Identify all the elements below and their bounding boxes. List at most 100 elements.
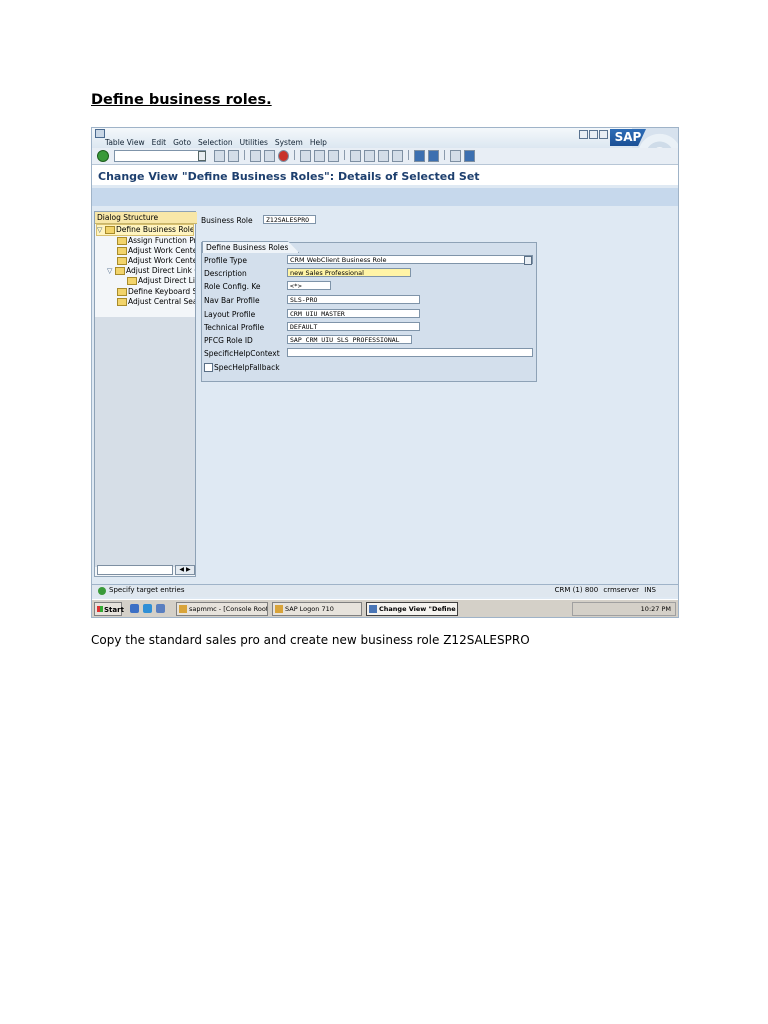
folder-icon xyxy=(117,298,127,306)
server-name: crmserver xyxy=(603,586,640,594)
cancel-icon[interactable] xyxy=(278,150,289,162)
sap-logon-icon xyxy=(275,605,283,613)
exit-icon[interactable] xyxy=(264,150,275,162)
pfcg-role-id-label: PFCG Role ID xyxy=(204,336,253,345)
application-toolbar xyxy=(92,188,678,206)
profile-type-label: Profile Type xyxy=(204,256,247,265)
tree-item-adjust-direct-link-gro[interactable]: ▽Adjust Direct Link Gro xyxy=(107,266,195,276)
tree-horizontal-scrollbar[interactable] xyxy=(97,565,173,575)
maximize-icon[interactable] xyxy=(589,130,598,139)
last-page-icon[interactable] xyxy=(392,150,403,162)
menu-help[interactable]: Help xyxy=(310,138,327,147)
first-page-icon[interactable] xyxy=(350,150,361,162)
menu-edit[interactable]: Edit xyxy=(152,138,167,147)
command-field[interactable] xyxy=(114,150,206,162)
profile-type-field[interactable]: CRM WebClient Business Role xyxy=(287,255,533,264)
back-icon[interactable] xyxy=(214,150,225,162)
windows-flag-icon xyxy=(97,606,103,612)
layout-profile-field[interactable]: CRM_UIU_MASTER xyxy=(287,309,420,318)
layout-menu-icon[interactable] xyxy=(464,150,475,162)
tree-item-assign-function-prof[interactable]: Assign Function Prof xyxy=(117,236,195,246)
description-field[interactable]: new Sales Professional xyxy=(287,268,411,277)
tree-item-adjust-central-searc[interactable]: Adjust Central Searc xyxy=(117,297,195,307)
spec-help-fallback-label: SpecHelpFallback xyxy=(214,363,280,372)
explorer-icon[interactable] xyxy=(156,604,165,613)
document-caption: Copy the standard sales pro and create n… xyxy=(91,633,530,647)
next-page-icon[interactable] xyxy=(378,150,389,162)
menu-bar: Table View Edit Goto Selection Utilities… xyxy=(105,138,327,147)
windows-taskbar: Start sapmmc - [Console Root\... SAP Log… xyxy=(92,599,678,617)
description-label: Description xyxy=(204,269,247,278)
task-sapmmc[interactable]: sapmmc - [Console Root\... xyxy=(176,602,268,616)
close-icon[interactable] xyxy=(599,130,608,139)
success-icon xyxy=(98,587,106,595)
window-menu-icon[interactable] xyxy=(95,129,105,138)
menu-utilities[interactable]: Utilities xyxy=(240,138,268,147)
toolbar-icons xyxy=(214,150,475,162)
nav-bar-profile-field[interactable]: SLS-PRO xyxy=(287,295,420,304)
role-config-key-label: Role Config. Ke xyxy=(204,282,261,291)
start-button[interactable]: Start xyxy=(94,602,124,616)
system-tray: 10:27 PM xyxy=(572,602,676,616)
menu-band: Table View Edit Goto Selection Utilities… xyxy=(92,128,678,162)
folder-icon xyxy=(117,288,127,296)
profile-type-dropdown-icon[interactable] xyxy=(524,256,532,265)
business-role-field[interactable]: Z12SALESPRO xyxy=(263,215,316,224)
tree-item-adjust-work-center-g[interactable]: Adjust Work Center G xyxy=(117,256,195,266)
specific-help-context-field[interactable] xyxy=(287,348,533,357)
status-message: Specify target entries xyxy=(109,586,185,594)
toolbar-separator xyxy=(294,150,295,160)
tree-item-define-keyboard-sho[interactable]: Define Keyboard Sho xyxy=(117,287,195,297)
dialog-structure-panel: Dialog Structure ▽ Define Business Roles … xyxy=(94,211,197,577)
enter-icon[interactable] xyxy=(97,150,109,162)
layout-profile-label: Layout Profile xyxy=(204,310,256,319)
folder-icon xyxy=(117,237,127,245)
technical-profile-field[interactable]: DEFAULT xyxy=(287,322,420,331)
browser-icon[interactable] xyxy=(143,604,152,613)
new-session-icon[interactable] xyxy=(414,150,425,162)
folder-icon xyxy=(115,267,125,275)
menu-goto[interactable]: Goto xyxy=(173,138,191,147)
expand-arrow-icon[interactable]: ▽ xyxy=(97,225,105,235)
find-next-icon[interactable] xyxy=(328,150,339,162)
help-icon[interactable] xyxy=(450,150,461,162)
tree-item-adjust-work-centers[interactable]: Adjust Work Centers xyxy=(117,246,195,256)
pfcg-role-id-field[interactable]: SAP_CRM_UIU_SLS_PROFESSIONAL xyxy=(287,335,412,344)
task-sap-logon[interactable]: SAP Logon 710 xyxy=(272,602,362,616)
toolbar-separator xyxy=(444,150,445,160)
back-nav-icon[interactable] xyxy=(250,150,261,162)
save-icon[interactable] xyxy=(228,150,239,162)
command-dropdown-icon[interactable] xyxy=(198,151,206,161)
toolbar-separator xyxy=(344,150,345,160)
menu-table-view[interactable]: Table View xyxy=(105,138,145,147)
specific-help-context-label: SpecificHelpContext xyxy=(204,349,280,358)
expand-arrow-icon[interactable]: ▽ xyxy=(107,266,115,276)
menu-selection[interactable]: Selection xyxy=(198,138,233,147)
tree-item-define-business-roles[interactable]: ▽ Define Business Roles xyxy=(96,224,194,236)
system-id[interactable]: CRM (1) 800 xyxy=(555,586,599,594)
role-config-key-field[interactable]: <*> xyxy=(287,281,331,290)
menu-system[interactable]: System xyxy=(275,138,303,147)
minimize-icon[interactable] xyxy=(579,130,588,139)
dialog-structure-header: Dialog Structure xyxy=(95,212,197,224)
group-title: Define Business Roles xyxy=(202,241,300,253)
business-role-label: Business Role xyxy=(201,216,253,225)
print-icon[interactable] xyxy=(300,150,311,162)
tree-item-adjust-direct-link[interactable]: Adjust Direct Link xyxy=(127,276,195,286)
previous-page-icon[interactable] xyxy=(364,150,375,162)
tree-scroll-arrows[interactable]: ◀ ▶ xyxy=(175,565,195,575)
find-icon[interactable] xyxy=(314,150,325,162)
status-bar: Specify target entries CRM (1) 800 crmse… xyxy=(92,584,678,597)
console-icon xyxy=(179,605,187,613)
system-info: CRM (1) 800 crmserver INS xyxy=(552,586,656,594)
standard-toolbar xyxy=(92,148,678,165)
shortcut-icon[interactable] xyxy=(428,150,439,162)
folder-icon xyxy=(117,257,127,265)
input-mode[interactable]: INS xyxy=(644,586,656,594)
folder-icon xyxy=(117,247,127,255)
folder-icon xyxy=(127,277,137,285)
quicklaunch-icon[interactable] xyxy=(130,604,139,613)
spec-help-fallback-checkbox[interactable] xyxy=(204,363,213,372)
task-change-view[interactable]: Change View "Define ... xyxy=(366,602,458,616)
sap-gui-icon xyxy=(369,605,377,613)
